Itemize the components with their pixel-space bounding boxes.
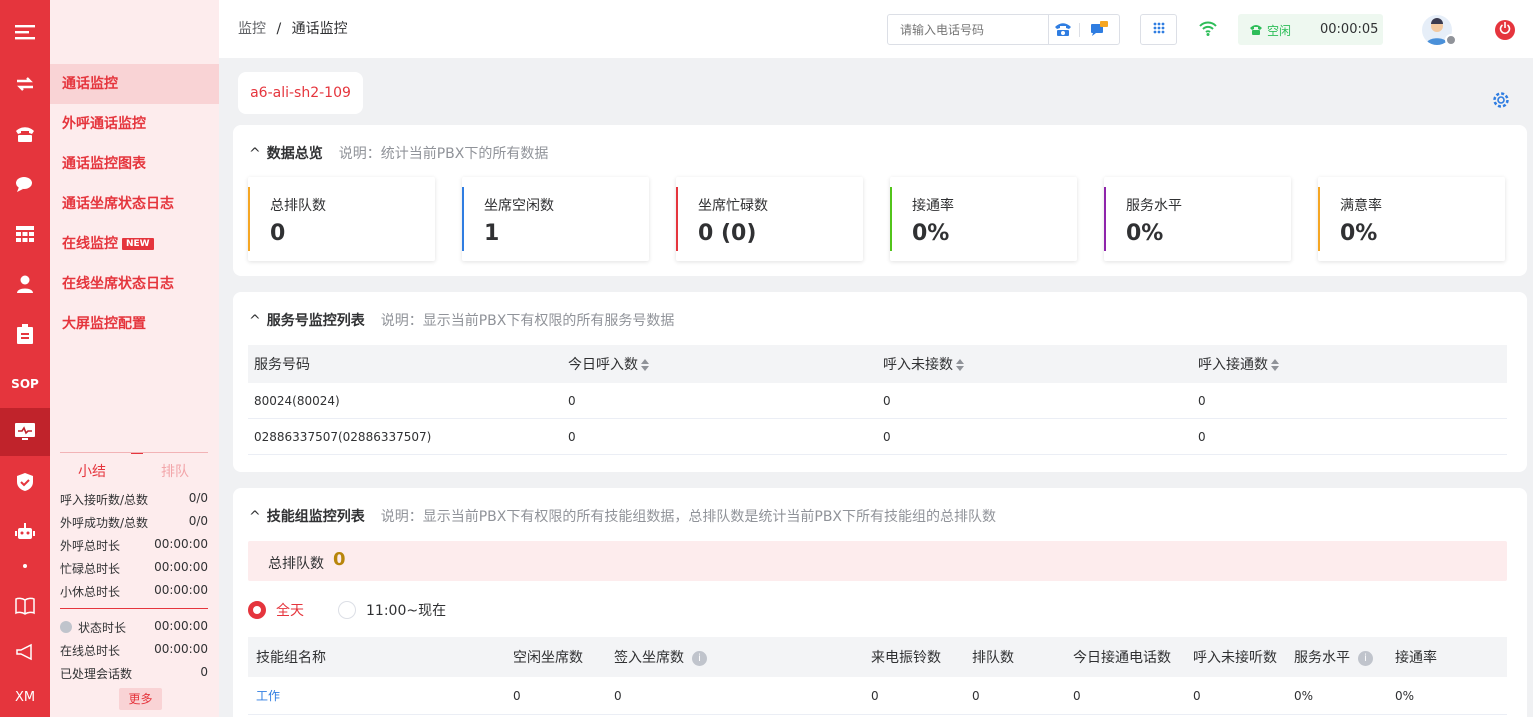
skill-panel: ^ 技能组监控列表 说明：显示当前PBX下有权限的所有技能组数据，总排队数是统计当前…	[233, 488, 1527, 717]
col-today-inbound[interactable]: 今日呼入数	[568, 354, 649, 374]
power-icon	[1499, 22, 1511, 38]
summary-row: 状态时长 00:00:00	[60, 619, 208, 636]
skill-header[interactable]: ^ 技能组监控列表 说明：显示当前PBX下有权限的所有技能组数据，总排队数是统计当前…	[249, 506, 996, 526]
summary-row: 外呼成功数/总数 0/0	[60, 514, 208, 530]
megaphone-icon[interactable]	[0, 632, 50, 672]
table-row[interactable]: 02886337507(02886337507) 0 0 0	[248, 419, 1507, 455]
col-service-number: 服务号码	[254, 357, 310, 373]
idle-phone-icon	[1249, 23, 1263, 39]
submenu-item-agent-status-log[interactable]: 通话坐席状态日志	[50, 184, 219, 224]
radio-unchecked-icon	[338, 601, 356, 619]
sort-icon	[641, 359, 649, 371]
service-table-header: 服务号码 今日呼入数 呼入未接数 呼入接通数	[248, 345, 1507, 383]
submenu-item-outbound-monitor[interactable]: 外呼通话监控	[50, 104, 219, 144]
avatar-status-icon	[1445, 34, 1457, 46]
phone-search	[887, 14, 1120, 45]
top-header: 监控 / 通话监控 空闲 00:00:05	[219, 0, 1533, 58]
service-panel: ^ 服务号监控列表 说明：显示当前PBX下有权限的所有服务号数据 服务号码 今日呼入…	[233, 292, 1527, 472]
breadcrumb-current: 通话监控	[291, 21, 348, 37]
status-label: 空闲	[1267, 24, 1292, 38]
radio-since-11[interactable]: 11:00~现在	[338, 600, 446, 620]
breadcrumb: 监控 / 通话监控	[238, 21, 348, 37]
grid-icon[interactable]	[0, 214, 50, 254]
online-monitor-label: 在线监控	[62, 236, 118, 252]
sms-icon[interactable]	[1090, 21, 1108, 41]
phone-icon[interactable]	[0, 114, 50, 154]
submenu-item-big-screen-config[interactable]: 大屏监控配置	[50, 304, 219, 344]
stat-card: 服务水平 0%	[1104, 177, 1291, 261]
radio-checked-icon	[248, 601, 266, 619]
stat-card: 坐席空闲数 1	[462, 177, 649, 261]
transfer-icon[interactable]	[0, 64, 50, 104]
skill-group-link[interactable]: 工作	[256, 687, 280, 704]
robot-icon[interactable]	[0, 512, 50, 552]
submenu-item-monitor-chart[interactable]: 通话监控图表	[50, 144, 219, 184]
summary-row: 忙碌总时长 00:00:00	[60, 560, 208, 576]
tab-summary[interactable]: 小结	[78, 461, 106, 481]
main-content: a6-ali-sh2-109 ^ 数据总览 说明：统计当前PBX下的所有数据 总排队…	[219, 58, 1533, 717]
settings-gear-icon[interactable]	[1492, 91, 1510, 113]
dot-separator-icon	[0, 556, 50, 576]
chat-icon[interactable]	[0, 164, 50, 204]
info-icon[interactable]: i	[692, 651, 707, 666]
menu-icon[interactable]	[0, 12, 50, 52]
submenu-item-online-monitor[interactable]: 在线监控 NEW	[50, 224, 219, 264]
agent-status[interactable]: 空闲 00:00:05	[1238, 14, 1383, 45]
agent-icon[interactable]	[0, 264, 50, 304]
info-icon[interactable]: i	[1358, 651, 1373, 666]
more-button[interactable]: 更多	[119, 688, 162, 710]
scrollbar[interactable]	[1527, 58, 1533, 717]
new-badge: NEW	[122, 238, 154, 250]
col-inbound-missed[interactable]: 呼入未接数	[883, 354, 964, 374]
status-timer: 00:00:05	[1320, 22, 1379, 37]
phone-number-input[interactable]	[888, 15, 1038, 44]
book-icon[interactable]	[0, 586, 50, 626]
summary-divider	[60, 608, 208, 609]
stat-card: 接通率 0%	[890, 177, 1077, 261]
submenu-item-online-agent-log[interactable]: 在线坐席状态日志	[50, 264, 219, 304]
submenu: 通话监控 外呼通话监控 通话监控图表 通话坐席状态日志 在线监控 NEW 在线坐席…	[50, 0, 219, 717]
total-queue-value: 0	[333, 549, 346, 570]
shield-icon[interactable]	[0, 462, 50, 502]
monitor-icon[interactable]	[0, 408, 50, 456]
col-service-level: 服务水平 i	[1294, 647, 1373, 667]
col-inbound-connected[interactable]: 呼入接通数	[1198, 354, 1279, 374]
sop-icon[interactable]: SOP	[0, 364, 50, 404]
sort-icon	[956, 359, 964, 371]
tab-queue[interactable]: 排队	[161, 461, 189, 481]
summary-row: 外呼总时长 00:00:00	[60, 537, 208, 553]
radio-all-day[interactable]: 全天	[248, 600, 304, 620]
dialpad-button[interactable]	[1140, 14, 1177, 45]
power-button[interactable]	[1495, 20, 1515, 40]
summary-tabs: 小结 排队	[60, 452, 208, 484]
table-row[interactable]: 工作 0 0 0 0 0 0 0% 0%	[248, 677, 1507, 715]
wifi-icon	[1199, 21, 1217, 40]
service-header[interactable]: ^ 服务号监控列表 说明：显示当前PBX下有权限的所有服务号数据	[249, 310, 674, 330]
col-signed-in: 签入坐席数 i	[614, 647, 707, 667]
xm-icon[interactable]: XM	[0, 677, 50, 717]
summary-row: 已处理会话数 0	[60, 665, 208, 681]
summary-row: 呼入接听数/总数 0/0	[60, 491, 208, 507]
status-clear-icon[interactable]	[60, 621, 72, 633]
summary-row: 小休总时长 00:00:00	[60, 583, 208, 599]
total-queue-box: 总排队数 0	[248, 541, 1507, 581]
submenu-item-call-monitor[interactable]: 通话监控	[50, 64, 219, 104]
stat-card: 满意率 0%	[1318, 177, 1505, 261]
stat-card: 坐席忙碌数 0 (0)	[676, 177, 863, 261]
stat-card: 总排队数 0	[248, 177, 435, 261]
sort-icon	[1271, 359, 1279, 371]
pbx-tag[interactable]: a6-ali-sh2-109	[238, 72, 363, 114]
overview-header[interactable]: ^ 数据总览 说明：统计当前PBX下的所有数据	[249, 143, 548, 163]
dialpad-icon	[1153, 22, 1165, 38]
clipboard-icon[interactable]	[0, 314, 50, 354]
skill-table-header: 技能组名称 空闲坐席数 签入坐席数 i 来电振铃数 排队数 今日接通电话数 呼入未…	[248, 637, 1507, 677]
call-icon[interactable]	[1054, 21, 1072, 41]
summary-row: 在线总时长 00:00:00	[60, 642, 208, 658]
overview-panel: ^ 数据总览 说明：统计当前PBX下的所有数据 总排队数 0 坐席空闲数 1 坐席忙碌数…	[233, 125, 1527, 276]
table-row[interactable]: 80024(80024) 0 0 0	[248, 383, 1507, 419]
left-rail: SOP XM	[0, 0, 50, 717]
breadcrumb-root[interactable]: 监控	[238, 21, 266, 37]
